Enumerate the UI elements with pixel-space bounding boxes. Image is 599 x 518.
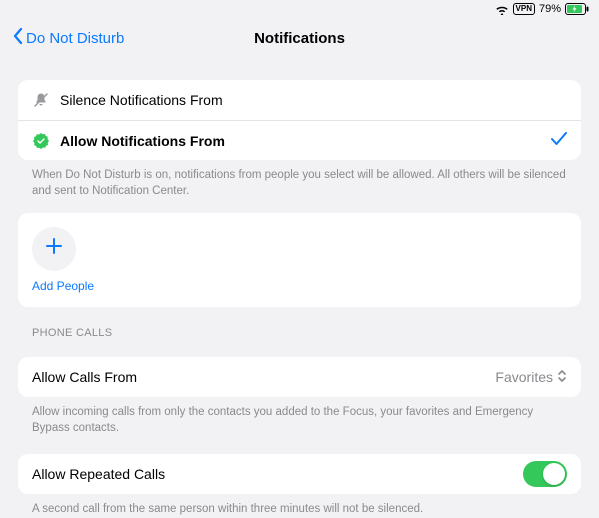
allow-calls-from-value: Favorites bbox=[495, 369, 553, 385]
toggle-knob bbox=[543, 463, 565, 485]
notification-mode-group: Silence Notifications From Allow Notific… bbox=[18, 80, 581, 160]
allow-repeated-calls-label: Allow Repeated Calls bbox=[32, 466, 513, 482]
battery-percent: 79% bbox=[539, 3, 561, 15]
allow-repeated-calls-row: Allow Repeated Calls bbox=[18, 454, 581, 494]
back-button[interactable]: Do Not Disturb bbox=[0, 27, 124, 49]
chevron-left-icon bbox=[12, 27, 24, 49]
wifi-icon bbox=[495, 4, 509, 15]
allow-calls-from-label: Allow Calls From bbox=[32, 369, 485, 385]
silence-from-row[interactable]: Silence Notifications From bbox=[18, 80, 581, 120]
vpn-badge: VPN bbox=[513, 3, 535, 15]
verified-badge-icon bbox=[32, 132, 50, 150]
status-bar: VPN 79% bbox=[0, 0, 599, 18]
phone-calls-header: PHONE CALLS bbox=[18, 307, 581, 345]
silence-from-label: Silence Notifications From bbox=[60, 92, 567, 108]
repeated-calls-group: Allow Repeated Calls bbox=[18, 454, 581, 494]
allow-from-label: Allow Notifications From bbox=[60, 133, 541, 149]
allow-calls-group: Allow Calls From Favorites bbox=[18, 357, 581, 397]
back-label: Do Not Disturb bbox=[26, 30, 124, 47]
chevron-up-down-icon bbox=[557, 369, 567, 386]
allow-repeated-calls-toggle[interactable] bbox=[523, 461, 567, 487]
bell-slash-icon bbox=[32, 91, 50, 109]
allow-calls-from-row[interactable]: Allow Calls From Favorites bbox=[18, 357, 581, 397]
nav-bar: Do Not Disturb Notifications bbox=[0, 18, 599, 58]
allow-calls-footer: Allow incoming calls from only the conta… bbox=[18, 397, 581, 436]
battery-icon bbox=[565, 3, 589, 15]
notification-mode-footer: When Do Not Disturb is on, notifications… bbox=[18, 160, 581, 199]
allow-from-row[interactable]: Allow Notifications From bbox=[18, 120, 581, 160]
add-people-button[interactable] bbox=[32, 227, 76, 271]
repeated-calls-footer: A second call from the same person withi… bbox=[18, 494, 581, 518]
checkmark-icon bbox=[551, 132, 567, 149]
plus-icon bbox=[44, 235, 64, 263]
add-people-label: Add People bbox=[32, 279, 567, 293]
add-people-group: Add People bbox=[18, 213, 581, 307]
